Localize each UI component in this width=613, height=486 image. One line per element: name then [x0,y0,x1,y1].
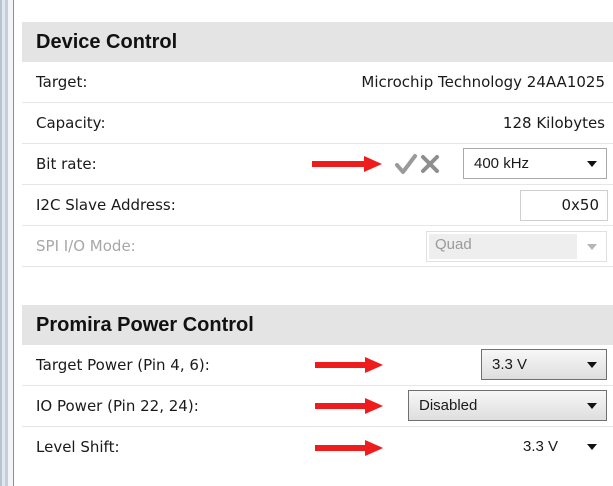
row-bit-rate: Bit rate: 400 kHz [22,144,613,185]
x-icon[interactable] [419,149,441,179]
section-header-power-control: Promira Power Control [22,305,613,345]
io-power-selected: Disabled [419,397,478,414]
row-spi-mode: SPI I/O Mode: Quad [22,226,613,267]
check-icon[interactable] [394,149,418,179]
row-target-power: Target Power (Pin 4, 6): 3.3 V [22,345,613,386]
row-target: Target: Microchip Technology 24AA1025 [22,62,613,103]
red-arrow-annotation [315,440,383,456]
window-edge [0,0,8,486]
slave-address-label: I2C Slave Address: [36,196,176,214]
panel-splitter[interactable] [8,0,22,486]
target-value: Microchip Technology 24AA1025 [361,73,605,91]
red-arrow-annotation [312,156,382,172]
spi-mode-label: SPI I/O Mode: [36,237,136,255]
row-level-shift: Level Shift: 3.3 V [22,427,613,468]
target-label: Target: [36,73,88,91]
chevron-down-icon [587,244,597,250]
target-power-label: Target Power (Pin 4, 6): [36,356,210,374]
chevron-down-icon [587,444,597,450]
spi-mode-dropdown: Quad [426,231,607,262]
level-shift-label: Level Shift: [36,438,120,456]
row-capacity: Capacity: 128 Kilobytes [22,103,613,144]
row-io-power: IO Power (Pin 22, 24): Disabled [22,386,613,427]
spi-mode-selected: Quad [435,236,472,253]
chevron-down-icon [587,403,597,409]
io-power-dropdown[interactable]: Disabled [408,390,607,421]
section-header-device-control: Device Control [22,22,613,62]
bit-rate-selected: 400 kHz [474,155,530,172]
level-shift-selected: 3.3 V [523,438,559,455]
red-arrow-annotation [315,398,383,414]
chevron-down-icon [587,161,597,167]
level-shift-dropdown[interactable]: 3.3 V [508,431,607,462]
chevron-down-icon [587,362,597,368]
target-power-selected: 3.3 V [492,356,528,373]
capacity-value: 128 Kilobytes [502,114,605,132]
slave-address-input[interactable]: 0x50 [520,190,608,221]
red-arrow-annotation [315,357,383,373]
bit-rate-dropdown[interactable]: 400 kHz [463,148,607,179]
target-power-dropdown[interactable]: 3.3 V [481,349,607,380]
section-title: Device Control [36,30,178,53]
bit-rate-label: Bit rate: [36,155,97,173]
io-power-label: IO Power (Pin 22, 24): [36,397,199,415]
row-slave-address: I2C Slave Address: 0x50 [22,185,613,226]
capacity-label: Capacity: [36,114,106,132]
section-title: Promira Power Control [36,313,254,336]
